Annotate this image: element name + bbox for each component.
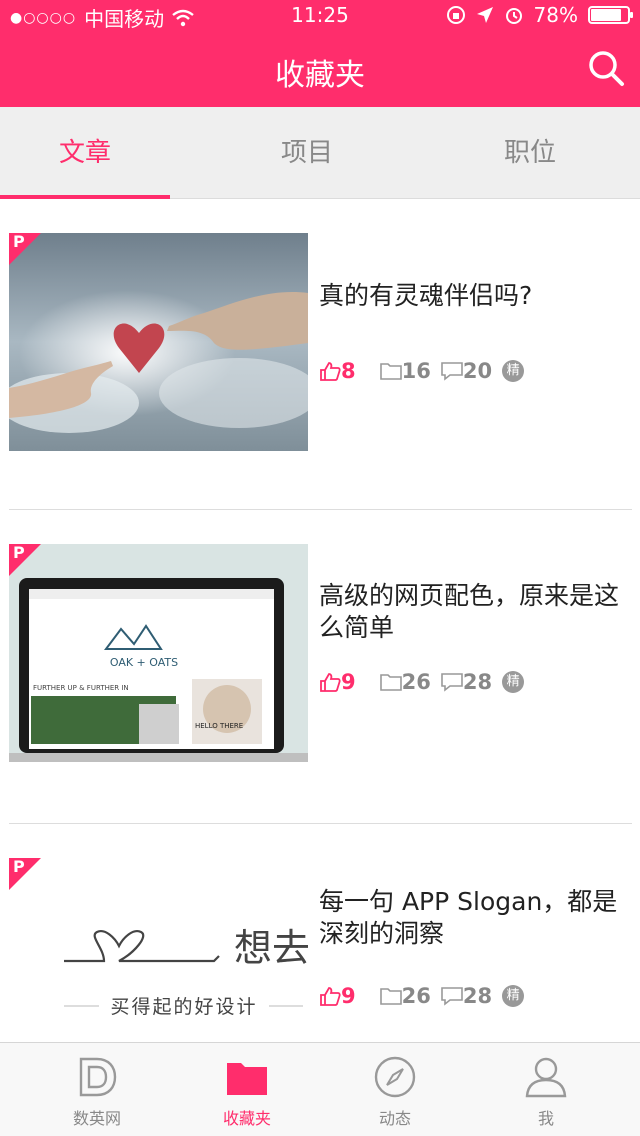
tabbar-label: 动态 [378,1109,411,1128]
tab-projects[interactable]: 项目 [222,107,392,199]
like-count[interactable]: 9 [319,670,356,694]
article-meta: 8 16 20 精 [319,359,525,383]
hello-there-text: HELLO THERE [195,722,243,730]
comment-count: 28 [441,984,492,1008]
alarm-icon [505,8,522,24]
xiangqu-wordmark: 想去 [234,926,308,970]
nav-bar: 收藏夹 [0,30,640,107]
thumbs-up-icon [320,362,341,381]
like-count[interactable]: 8 [319,359,356,383]
slogan-text: 买得起的好设计 [110,996,257,1018]
comment-icon [441,673,463,692]
comment-icon [441,362,463,381]
article-meta: 9 26 28 精 [319,984,525,1008]
oak-oats-logo-text: OAK + OATS [110,656,178,669]
tabs: 文章 项目 职位 [0,107,640,199]
article-badge-letter: P [13,233,25,251]
favorite-count: 26 [379,984,431,1008]
tabbar-item-favorites[interactable]: 收藏夹 [167,1043,327,1136]
tabbar-label: 我 [537,1109,554,1128]
featured-badge: 精 [502,985,525,1007]
favorite-count: 16 [379,359,431,383]
article-badge-letter: P [13,858,25,876]
divider [9,823,632,824]
tabbar-label: 收藏夹 [222,1109,271,1128]
divider [9,509,632,510]
location-icon [476,7,493,23]
battery-icon [588,6,633,24]
article-item[interactable]: OAK + OATS FURTHER UP & FURTHER IN HELLO… [9,544,632,804]
article-thumbnail: OAK + OATS FURTHER UP & FURTHER IN HELLO… [9,544,308,762]
tabbar-label: 数英网 [72,1109,121,1128]
featured-badge: 精 [502,671,525,693]
laptop-website-image: OAK + OATS FURTHER UP & FURTHER IN HELLO… [9,544,308,762]
tab-bar: 数英网 收藏夹 动态 我 [0,1042,640,1136]
folder-icon [227,1063,267,1095]
article-item[interactable]: P 真的有灵魂伴侣吗? 8 16 20 精 [9,233,632,493]
page-title: 收藏夹 [275,58,365,93]
compass-icon [374,1056,416,1098]
comment-icon [441,987,463,1006]
folder-outline-icon [379,363,402,380]
article-meta: 9 26 28 精 [319,670,525,694]
d-logo-icon [79,1057,117,1097]
article-title: 每一句 APP Slogan，都是深刻的洞察 [319,887,618,948]
article-badge-letter: P [13,544,25,562]
comment-count: 28 [441,670,492,694]
search-icon[interactable] [586,48,626,88]
further-up-text: FURTHER UP & FURTHER IN [33,684,129,692]
like-count[interactable]: 9 [319,984,356,1008]
xiangqu-logo-image: 想去 买得起的好设计 [9,858,308,1041]
folder-outline-icon [379,674,402,691]
article-title: 高级的网页配色，原来是这么简单 [319,581,620,642]
status-bar: ●○○○○ 中国移动 11:25 78% [0,0,640,31]
rotation-lock-icon [446,6,465,24]
thumbs-up-icon [320,987,341,1006]
tab-articles[interactable]: 文章 [0,107,170,199]
featured-badge: 精 [502,360,525,382]
battery-percent: 78% [533,3,578,27]
comment-count: 20 [441,359,492,383]
article-title: 真的有灵魂伴侣吗? [319,281,533,310]
favorite-count: 26 [379,670,431,694]
article-thumbnail: P [9,233,308,451]
battery-fill [591,9,621,21]
tabbar-item-activity[interactable]: 动态 [315,1043,475,1136]
tabbar-item-me[interactable]: 我 [466,1043,626,1136]
tabbar-item-home[interactable]: 数英网 [17,1043,177,1136]
person-icon [525,1057,567,1098]
thumbs-up-icon [320,673,341,692]
screen: ●○○○○ 中国移动 11:25 78% 收藏夹 文章 项目 职位 P 真的有灵… [0,0,640,1136]
folder-outline-icon [379,988,402,1005]
hands-heart-image [9,233,308,451]
tab-jobs[interactable]: 职位 [445,107,615,199]
